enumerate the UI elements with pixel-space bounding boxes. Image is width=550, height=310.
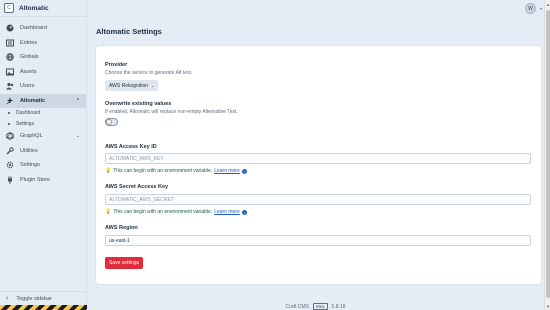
bullet-icon [8, 122, 10, 125]
site-logo-icon: C [4, 3, 14, 13]
chevron-down-icon[interactable]: ⌄ [76, 133, 80, 139]
scroll-down-icon[interactable]: ▼ [546, 304, 550, 309]
nav-item-plugin-store[interactable]: Plugin Store [0, 173, 86, 188]
info-icon[interactable]: i [241, 168, 247, 174]
entries-icon [6, 39, 14, 47]
secret-key-label: AWS Secret Access Key [105, 184, 169, 190]
nav-item-users[interactable]: Users [0, 79, 86, 94]
nav-item-settings[interactable]: Settings [0, 158, 86, 173]
image-icon [6, 68, 14, 76]
nav-item-label: GraphQL [20, 133, 43, 140]
save-settings-button[interactable]: Save settings [105, 257, 143, 269]
learn-more-link[interactable]: Learn more [214, 209, 240, 215]
main-nav: Dashboard Entries Globals Assets Users A… [0, 17, 86, 187]
subnav-item-settings[interactable]: Settings [0, 119, 86, 130]
top-bar: W ▾ [87, 0, 544, 17]
scrollbar-thumb[interactable] [546, 10, 550, 298]
globe-icon [6, 53, 14, 62]
provider-label: Provider [105, 62, 128, 68]
nav-item-label: Utilities [20, 147, 38, 154]
nav-item-label: Altomatic [20, 97, 46, 104]
provider-select-value: AWS Rekognition [109, 82, 148, 89]
secret-key-input[interactable]: ALTOMATIC_AWS_SECRET [105, 194, 531, 205]
provider-description: Choose the service to generate Alt text. [105, 70, 193, 76]
wrench-icon [6, 147, 14, 155]
nav-item-assets[interactable]: Assets [0, 65, 86, 80]
gear-icon [6, 161, 14, 169]
footer-version: 5.8.18 [331, 303, 346, 310]
graphql-icon [6, 132, 14, 141]
nav-item-label: Dashboard [20, 25, 47, 32]
scroll-up-icon[interactable]: ▲ [546, 2, 550, 7]
nav-item-globals[interactable]: Globals [0, 50, 86, 65]
bullet-icon [8, 112, 10, 115]
nav-item-altomatic[interactable]: Altomatic ⌃ [0, 93, 86, 108]
chevron-up-icon[interactable]: ⌃ [76, 98, 80, 104]
region-input[interactable]: us-east-1 [105, 235, 531, 246]
nav-item-entries[interactable]: Entries [0, 36, 86, 51]
site-name[interactable]: Altomatic [19, 5, 49, 12]
nav-item-label: Users [20, 83, 35, 90]
access-key-tip: 💡 This can begin with an environment var… [105, 168, 247, 174]
footer-product: Craft CMS [285, 303, 309, 310]
toggle-sidebar-label: Toggle sidebar [16, 295, 53, 302]
users-icon [6, 82, 14, 90]
brand[interactable]: C Altomatic [0, 0, 86, 17]
access-key-input[interactable]: ALTOMATIC_AWS_KEY [105, 153, 531, 164]
overwrite-description: If enabled, Altomatic will replace non-e… [105, 109, 238, 115]
toggle-knob [106, 119, 112, 125]
nav-item-label: Globals [20, 54, 39, 61]
provider-select[interactable]: AWS Rekognition ⌄ [105, 80, 158, 91]
page-scrollbar[interactable]: ▲ ▼ [544, 0, 550, 310]
nav-item-label: Settings [20, 162, 40, 169]
page-title: Altomatic Settings [96, 27, 162, 36]
region-label: AWS Region [105, 225, 138, 231]
nav-item-graphql[interactable]: GraphQL ⌄ [0, 129, 86, 144]
subnav-item-label: Settings [16, 120, 35, 127]
dashboard-icon [6, 24, 14, 32]
dev-mode-stripe [0, 305, 87, 310]
chevron-left-icon: ‹ [6, 295, 9, 302]
chevron-down-icon[interactable]: ▾ [540, 6, 542, 11]
plugin-icon [6, 97, 14, 105]
lightbulb-icon: 💡 [105, 209, 112, 215]
nav-item-label: Entries [20, 39, 38, 46]
info-icon[interactable]: i [241, 209, 247, 215]
plug-icon [6, 176, 14, 184]
nav-item-dashboard[interactable]: Dashboard [0, 21, 86, 36]
edition-badge: PRO [312, 303, 328, 310]
overwrite-toggle[interactable] [105, 118, 118, 126]
sidebar: C Altomatic Dashboard Entries Globals As… [0, 0, 87, 310]
access-key-label: AWS Access Key ID [105, 144, 157, 150]
secret-key-tip: 💡 This can begin with an environment var… [105, 209, 247, 215]
user-avatar[interactable]: W [525, 3, 536, 14]
nav-item-label: Assets [20, 68, 37, 75]
tip-text: This can begin with an environment varia… [113, 168, 213, 174]
settings-form: Provider Choose the service to generate … [96, 46, 541, 284]
learn-more-link[interactable]: Learn more [214, 168, 240, 174]
overwrite-label: Overwrite existing values [105, 101, 172, 107]
nav-item-label: Plugin Store [20, 176, 50, 183]
chevron-down-icon: ⌄ [151, 83, 155, 88]
lightbulb-icon: 💡 [105, 168, 112, 174]
tip-text: This can begin with an environment varia… [113, 209, 213, 215]
subnav-item-label: Dashboard [16, 110, 41, 117]
subnav-item-dashboard[interactable]: Dashboard [0, 108, 86, 119]
footer: Craft CMS PRO 5.8.18 [87, 303, 544, 310]
toggle-sidebar-button[interactable]: ‹ Toggle sidebar [0, 291, 87, 305]
nav-item-utilities[interactable]: Utilities [0, 144, 86, 159]
